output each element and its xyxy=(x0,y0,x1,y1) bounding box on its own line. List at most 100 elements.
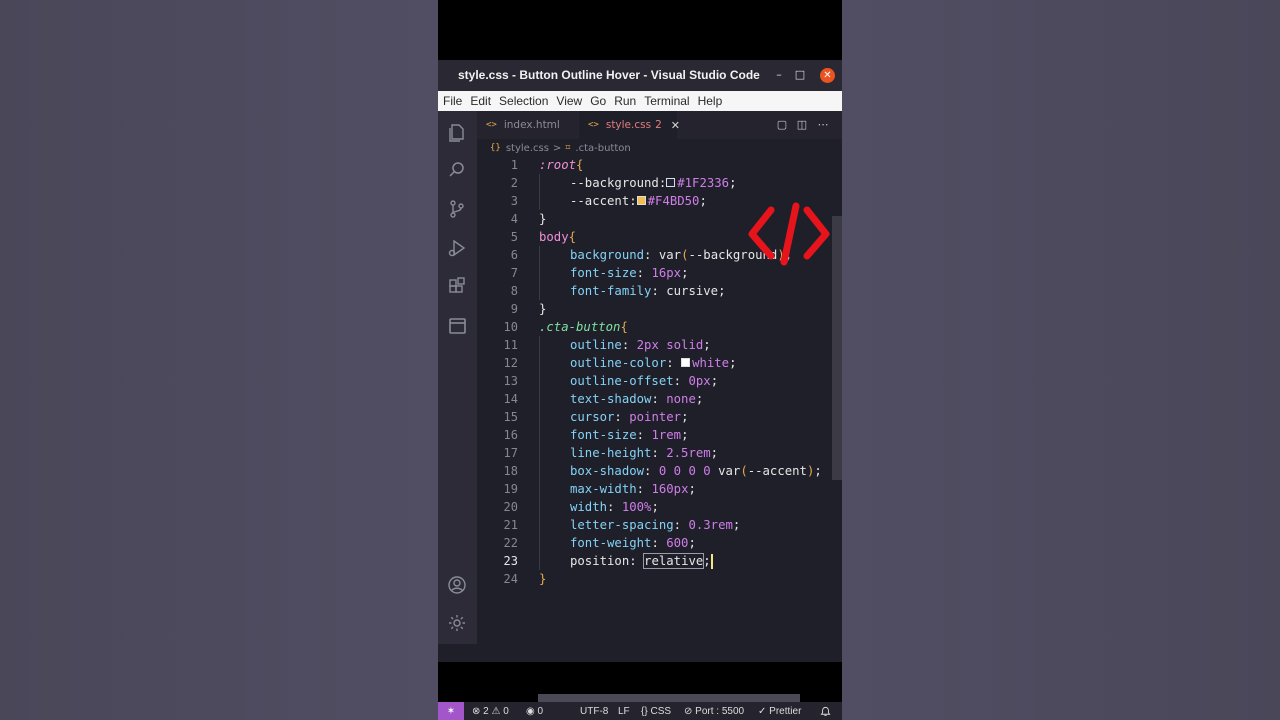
code-token: : xyxy=(636,428,652,442)
code-line[interactable]: 23 position: relative; xyxy=(477,552,842,570)
code-line[interactable]: 12 outline-color: white; xyxy=(477,354,842,372)
code-line[interactable]: 14 text-shadow: none; xyxy=(477,390,842,408)
line-number: 14 xyxy=(503,392,518,406)
code-token: white xyxy=(692,356,730,370)
code-line[interactable]: 21 letter-spacing: 0.3rem; xyxy=(477,516,842,534)
code-token: --accent xyxy=(570,194,630,208)
account-icon[interactable] xyxy=(446,574,468,596)
color-swatch[interactable] xyxy=(636,196,646,205)
menu-help[interactable]: Help xyxy=(698,94,723,108)
extensions-icon[interactable] xyxy=(446,276,468,298)
run-debug-icon[interactable] xyxy=(446,237,468,259)
code-line[interactable]: 24} xyxy=(477,570,842,588)
breadcrumb-symbol[interactable]: .cta-button xyxy=(575,143,630,154)
code-line[interactable]: 16 font-size: 1rem; xyxy=(477,426,842,444)
code-line[interactable]: 11 outline: 2px solid; xyxy=(477,336,842,354)
code-line[interactable]: 15 cursor: pointer; xyxy=(477,408,842,426)
color-swatch[interactable] xyxy=(666,178,676,187)
code-line[interactable]: 8 font-family: cursive; xyxy=(477,282,842,300)
close-tab-icon[interactable]: ✕ xyxy=(671,119,680,132)
code-line[interactable]: 13 outline-offset: 0px; xyxy=(477,372,842,390)
code-token: ; xyxy=(703,338,711,352)
code-text: } xyxy=(539,300,546,318)
breadcrumb: {} style.css > ⌗ .cta-button xyxy=(490,141,631,155)
code-line[interactable]: 22 font-weight: 600; xyxy=(477,534,842,552)
code-token: ; xyxy=(710,374,719,388)
menu-file[interactable]: File xyxy=(443,94,462,108)
code-line[interactable]: 20 width: 100%; xyxy=(477,498,842,516)
code-token: : xyxy=(673,518,689,532)
code-text: max-width: 160px; xyxy=(570,480,696,498)
code-line[interactable]: 9} xyxy=(477,300,842,318)
code-line[interactable]: 1 :root{ xyxy=(477,156,842,174)
source-control-icon[interactable] xyxy=(446,198,468,220)
eol-status[interactable]: LF xyxy=(618,702,630,720)
line-number: 18 xyxy=(503,464,518,478)
code-line[interactable]: 19 max-width: 160px; xyxy=(477,480,842,498)
code-token: ; xyxy=(681,410,689,424)
horizontal-scrollbar[interactable] xyxy=(538,694,800,702)
live-server-port: Port : 5500 xyxy=(695,706,745,717)
maximize-button[interactable]: □ xyxy=(792,67,808,83)
code-token: position xyxy=(570,554,630,568)
notifications-bell-icon[interactable] xyxy=(820,702,831,720)
code-token: letter-spacing xyxy=(570,518,674,532)
menu-terminal[interactable]: Terminal xyxy=(644,94,689,108)
code-text: --accent: #F4BD50; xyxy=(570,192,707,210)
color-swatch[interactable] xyxy=(681,358,691,367)
code-token: } xyxy=(539,302,547,316)
code-text: letter-spacing: 0.3rem; xyxy=(570,516,740,534)
line-number: 15 xyxy=(503,410,518,424)
line-number: 19 xyxy=(503,482,518,496)
more-actions-icon[interactable]: ⋯ xyxy=(816,118,830,132)
code-token: background xyxy=(570,248,645,262)
code-text: body{ xyxy=(539,228,576,246)
tab-style-css[interactable]: <> style.css 2 ✕ xyxy=(579,111,680,139)
close-window-button[interactable]: ✕ xyxy=(820,68,835,83)
menu-selection[interactable]: Selection xyxy=(499,94,548,108)
code-line[interactable]: 7 font-size: 16px; xyxy=(477,264,842,282)
open-changes-icon[interactable]: ▢ xyxy=(775,118,789,132)
code-token: : xyxy=(651,446,667,460)
code-token: : xyxy=(666,356,682,370)
minimize-button[interactable]: – xyxy=(771,67,787,83)
code-token: 16px xyxy=(651,266,682,280)
split-editor-icon[interactable]: ◫ xyxy=(795,118,809,132)
search-icon[interactable] xyxy=(446,159,468,181)
vertical-scrollbar[interactable] xyxy=(832,216,842,480)
code-token: : xyxy=(614,410,630,424)
breadcrumb-file[interactable]: style.css xyxy=(506,143,549,154)
code-text: :root{ xyxy=(539,156,583,174)
code-token: ; xyxy=(688,536,696,550)
code-token: } xyxy=(539,572,547,586)
problems-status[interactable]: ⊗ 2 ⚠ 0 xyxy=(472,702,509,720)
problems-count-badge: 2 xyxy=(655,119,662,131)
menu-edit[interactable]: Edit xyxy=(470,94,491,108)
line-number: 3 xyxy=(510,194,518,208)
language-status[interactable]: {} CSS xyxy=(641,702,671,720)
code-token: font-weight xyxy=(570,536,652,550)
live-server-status[interactable]: ⊘ Port : 5500 xyxy=(684,702,744,720)
code-line[interactable]: 17 line-height: 2.5rem; xyxy=(477,444,842,462)
code-line[interactable]: 18 box-shadow: 0 0 0 0 var(--accent); xyxy=(477,462,842,480)
encoding-status[interactable]: UTF-8 xyxy=(580,702,608,720)
menu-view[interactable]: View xyxy=(556,94,582,108)
ports-status[interactable]: ◉ 0 xyxy=(526,702,543,720)
line-number: 17 xyxy=(503,446,518,460)
settings-gear-icon[interactable] xyxy=(446,612,468,634)
remote-explorer-icon[interactable] xyxy=(446,315,468,337)
tab-index-html[interactable]: <> index.html xyxy=(477,111,579,139)
code-token: ; xyxy=(729,176,737,190)
prettier-status[interactable]: ✓ Prettier xyxy=(758,702,801,720)
explorer-icon[interactable] xyxy=(446,121,468,143)
menu-go[interactable]: Go xyxy=(590,94,606,108)
code-token: max-width xyxy=(570,482,637,496)
code-line[interactable]: 10 .cta-button{ xyxy=(477,318,842,336)
menu-run[interactable]: Run xyxy=(614,94,636,108)
remote-indicator-button[interactable]: ✶ xyxy=(438,702,464,720)
code-token: font-size xyxy=(570,266,637,280)
line-number: 1 xyxy=(510,158,518,172)
code-line[interactable]: 2 --background: #1F2336; xyxy=(477,174,842,192)
code-text: width: 100%; xyxy=(570,498,659,516)
text-caret xyxy=(710,554,713,569)
